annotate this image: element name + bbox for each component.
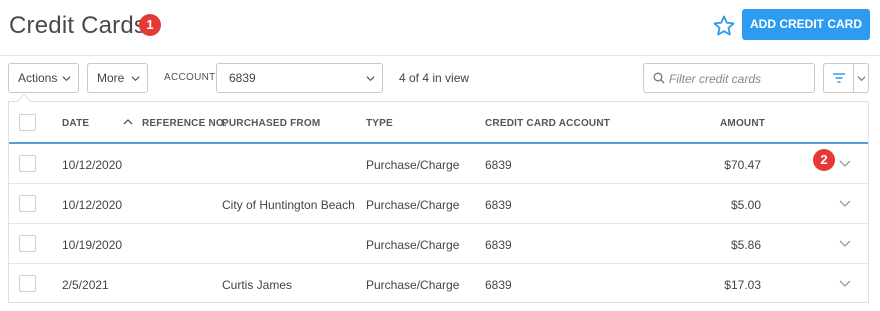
select-all-checkbox[interactable] bbox=[19, 114, 36, 131]
column-header-account[interactable]: CREDIT CARD ACCOUNT bbox=[485, 118, 610, 129]
account-label: ACCOUNT bbox=[164, 72, 216, 83]
filter-divider bbox=[853, 64, 854, 92]
result-count: 4 of 4 in view bbox=[399, 71, 470, 85]
row-checkbox[interactable] bbox=[19, 195, 36, 212]
filter-button[interactable] bbox=[823, 63, 869, 93]
cell-type: Purchase/Charge bbox=[366, 238, 460, 252]
cell-account: 6839 bbox=[485, 278, 512, 292]
chevron-down-icon bbox=[857, 76, 866, 82]
cell-amount: $5.86 bbox=[730, 238, 761, 252]
chevron-down-icon bbox=[366, 76, 375, 82]
row-checkbox[interactable] bbox=[19, 235, 36, 252]
column-header-purchased-from[interactable]: PURCHASED FROM bbox=[222, 118, 320, 129]
table-row[interactable]: 10/12/2020 Purchase/Charge 6839 $70.47 bbox=[9, 144, 868, 184]
chevron-down-icon[interactable] bbox=[839, 279, 851, 288]
cell-date: 10/12/2020 bbox=[62, 198, 123, 212]
cell-purchased-from: City of Huntington Beach bbox=[222, 198, 355, 212]
credit-card-table: DATE REFERENCE NO. PURCHASED FROM TYPE C… bbox=[8, 93, 869, 304]
search-icon bbox=[653, 72, 665, 84]
account-select[interactable]: 6839 bbox=[216, 63, 383, 93]
cell-amount: $17.03 bbox=[724, 278, 761, 292]
cell-type: Purchase/Charge bbox=[366, 198, 460, 212]
actions-dropdown[interactable]: Actions bbox=[8, 63, 79, 93]
table-header: DATE REFERENCE NO. PURCHASED FROM TYPE C… bbox=[9, 102, 868, 144]
table-row[interactable]: 2/5/2021 Curtis James Purchase/Charge 68… bbox=[9, 264, 868, 304]
account-value: 6839 bbox=[229, 71, 256, 85]
cell-account: 6839 bbox=[485, 158, 512, 172]
chevron-down-icon bbox=[131, 76, 140, 82]
cell-amount: $5.00 bbox=[730, 198, 761, 212]
cell-purchased-from: Curtis James bbox=[222, 278, 293, 292]
page-header: Credit Cards 1 ADD CREDIT CARD bbox=[0, 0, 880, 56]
more-dropdown[interactable]: More bbox=[87, 63, 148, 93]
table-row[interactable]: 10/12/2020 City of Huntington Beach Purc… bbox=[9, 184, 868, 224]
sort-ascending-icon[interactable] bbox=[123, 118, 133, 126]
cell-account: 6839 bbox=[485, 198, 512, 212]
column-header-date[interactable]: DATE bbox=[62, 118, 89, 129]
column-header-type[interactable]: TYPE bbox=[366, 118, 393, 129]
page-title: Credit Cards bbox=[9, 12, 147, 39]
chevron-down-icon[interactable] bbox=[839, 199, 851, 208]
cell-date: 10/19/2020 bbox=[62, 238, 123, 252]
star-icon[interactable] bbox=[712, 14, 736, 38]
actions-label: Actions bbox=[18, 71, 58, 85]
cell-account: 6839 bbox=[485, 238, 512, 252]
cell-amount: $70.47 bbox=[724, 158, 761, 172]
more-label: More bbox=[97, 71, 125, 85]
cell-date: 10/12/2020 bbox=[62, 158, 123, 172]
search-input[interactable]: Filter credit cards bbox=[643, 63, 815, 93]
chevron-down-icon[interactable] bbox=[839, 159, 851, 168]
chevron-down-icon bbox=[62, 76, 71, 82]
cell-date: 2/5/2021 bbox=[62, 278, 109, 292]
callout-badge-1: 1 bbox=[139, 14, 161, 36]
row-checkbox[interactable] bbox=[19, 275, 36, 292]
add-credit-card-button[interactable]: ADD CREDIT CARD bbox=[742, 9, 870, 40]
row-checkbox[interactable] bbox=[19, 155, 36, 172]
callout-badge-2: 2 bbox=[813, 149, 835, 171]
search-placeholder: Filter credit cards bbox=[669, 72, 762, 86]
cell-type: Purchase/Charge bbox=[366, 158, 460, 172]
filter-icon bbox=[833, 73, 845, 83]
cell-type: Purchase/Charge bbox=[366, 278, 460, 292]
column-header-amount[interactable]: AMOUNT bbox=[720, 118, 765, 129]
table-row[interactable]: 10/19/2020 Purchase/Charge 6839 $5.86 bbox=[9, 224, 868, 264]
column-header-reference[interactable]: REFERENCE NO. bbox=[142, 118, 227, 129]
chevron-down-icon[interactable] bbox=[839, 239, 851, 248]
toolbar: Actions More ACCOUNT 6839 4 of 4 in view… bbox=[0, 56, 880, 100]
